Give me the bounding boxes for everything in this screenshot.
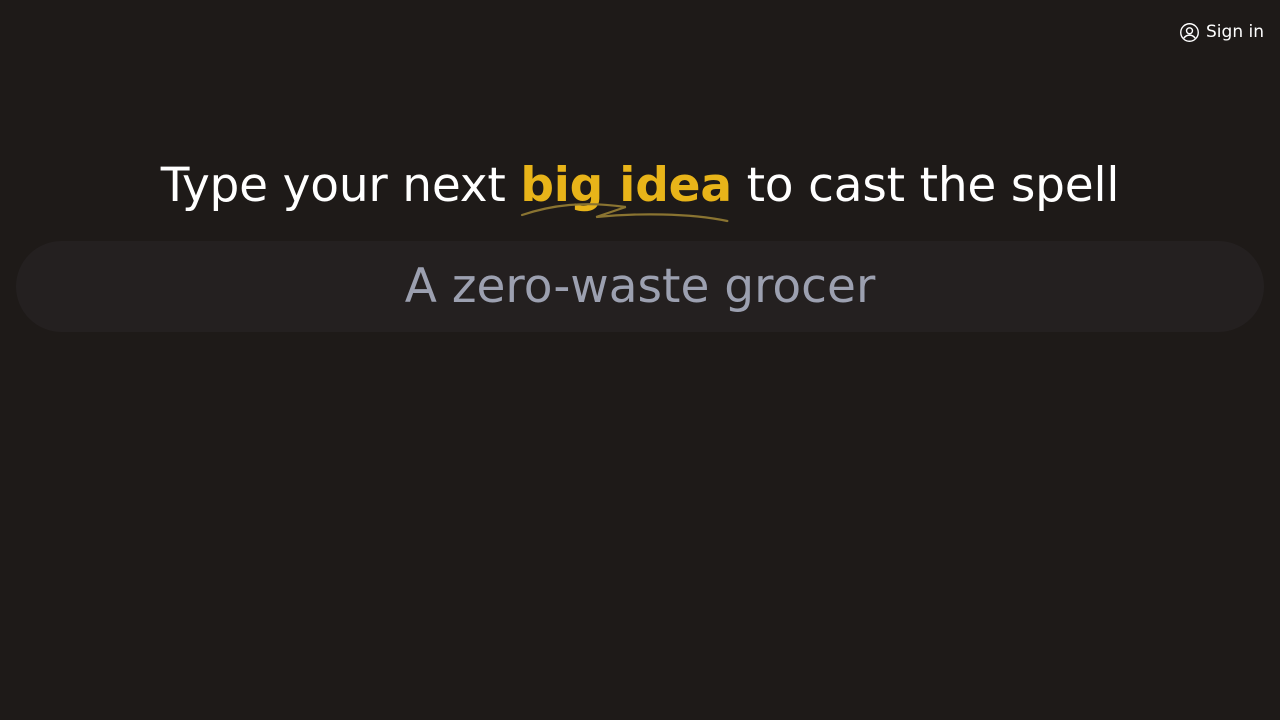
page-headline: Type your next big idea to cast the spel…: [0, 155, 1280, 223]
headline-text-before: Type your next: [160, 158, 521, 213]
user-circle-icon: [1179, 22, 1200, 43]
idea-input[interactable]: [16, 241, 1264, 332]
headline-text-after: to cast the spell: [731, 158, 1120, 213]
sign-in-label: Sign in: [1206, 22, 1264, 42]
headline-highlight-text: big idea: [520, 158, 732, 213]
sign-in-button[interactable]: Sign in: [1179, 19, 1264, 45]
page: Sign in Type your next big idea to cast …: [0, 0, 1280, 720]
headline-highlight: big idea: [520, 155, 732, 223]
idea-input-container: [16, 241, 1264, 332]
